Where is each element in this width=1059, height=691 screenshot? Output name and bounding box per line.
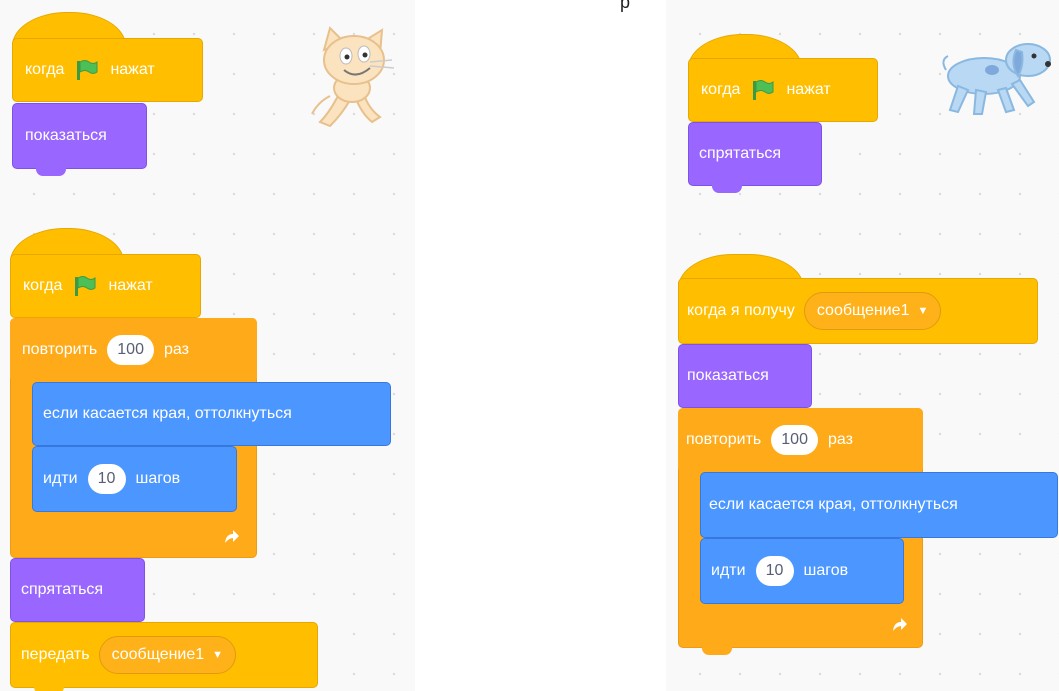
left-code-area[interactable]: когда нажат показаться когда нажат повто… [0, 0, 415, 691]
receive-message-value: сообщение1 [816, 302, 910, 319]
receive-message-dropdown[interactable]: сообщение1 ▼ [803, 292, 942, 330]
block-notch [34, 686, 64, 691]
dropdown-caret-icon: ▼ [917, 305, 929, 317]
move-label: идти [43, 470, 78, 487]
bounce-on-edge-block[interactable]: если касается края, оттолкнуться [32, 382, 391, 446]
repeat-times-label: раз [827, 431, 853, 448]
repeat-label: повторить [22, 341, 98, 358]
loop-arrow-icon [225, 530, 239, 543]
repeat-times-label: раз [163, 341, 189, 358]
hide-label: спрятаться [699, 145, 782, 162]
repeat-block-header[interactable]: повторить 100 раз [678, 408, 923, 472]
steps-input[interactable]: 10 [755, 556, 794, 586]
hat-label-when: когда [23, 277, 63, 294]
bounce-label: если касается края, оттолкнуться [43, 405, 292, 422]
green-flag-icon [75, 276, 96, 296]
broadcast-label: передать [21, 646, 90, 663]
steps-unit-label: шагов [135, 470, 181, 487]
show-block[interactable]: показаться [12, 103, 147, 169]
steps-unit-label: шагов [803, 562, 849, 579]
top-caption: р [620, 0, 631, 12]
show-label: показаться [25, 127, 107, 144]
repeat-label: повторить [686, 431, 762, 448]
green-flag-icon [753, 80, 774, 100]
dog-sprite-icon [942, 43, 1051, 115]
loop-arrow-icon [893, 618, 907, 631]
hat-label-clicked: нажат [786, 81, 831, 98]
receive-label: когда я получу [687, 302, 795, 319]
green-flag-icon [77, 60, 98, 80]
block-notch [36, 168, 66, 176]
hat-label-when: когда [701, 81, 741, 98]
repeat-count-input[interactable]: 100 [107, 335, 154, 365]
when-i-receive-hat[interactable]: когда я получу сообщение1 ▼ [678, 278, 1038, 344]
hide-block[interactable]: спрятаться [688, 122, 822, 186]
broadcast-message-dropdown[interactable]: сообщение1 ▼ [98, 636, 237, 674]
block-notch [702, 647, 732, 655]
repeat-block-header[interactable]: повторить 100 раз [10, 318, 257, 382]
steps-input[interactable]: 10 [87, 464, 126, 494]
hat-label-clicked: нажат [108, 277, 153, 294]
repeat-count-input[interactable]: 100 [771, 425, 818, 455]
bounce-on-edge-block[interactable]: если касается края, оттолкнуться [700, 472, 1058, 538]
broadcast-message-value: сообщение1 [111, 646, 205, 663]
when-flag-clicked-hat[interactable]: когда нажат [12, 38, 203, 102]
hat-label-when: когда [25, 61, 65, 78]
move-label: идти [711, 562, 746, 579]
move-steps-block[interactable]: идти 10 шагов [700, 538, 904, 604]
show-block[interactable]: показаться [678, 344, 812, 408]
right-code-area[interactable]: когда нажат спрятаться когда я получу со… [666, 0, 1059, 691]
when-flag-clicked-hat[interactable]: когда нажат [10, 254, 201, 318]
broadcast-block[interactable]: передать сообщение1 ▼ [10, 622, 318, 688]
hide-block[interactable]: спрятаться [10, 558, 145, 622]
bounce-label: если касается края, оттолкнуться [709, 496, 958, 513]
hide-label: спрятаться [21, 581, 104, 598]
cat-sprite-icon [311, 26, 395, 128]
dropdown-caret-icon: ▼ [212, 649, 224, 661]
show-label: показаться [687, 367, 769, 384]
move-steps-block[interactable]: идти 10 шагов [32, 446, 237, 512]
block-notch [712, 185, 742, 193]
hat-label-clicked: нажат [110, 61, 155, 78]
when-flag-clicked-hat[interactable]: когда нажат [688, 58, 878, 122]
